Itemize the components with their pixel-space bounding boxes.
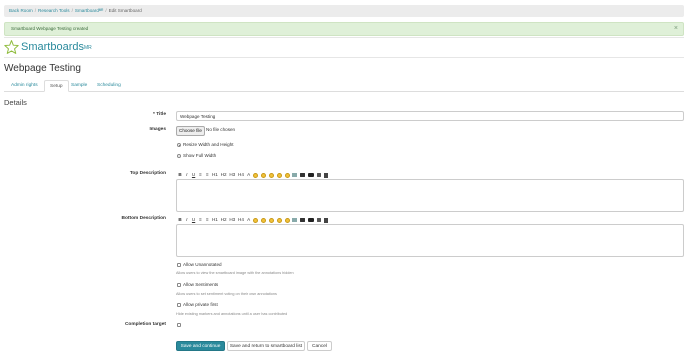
file-status: No file chosen xyxy=(206,127,236,132)
italic-button[interactable]: I xyxy=(185,172,189,178)
emoji-icon[interactable] xyxy=(261,172,267,178)
top-description-editor[interactable] xyxy=(176,179,684,212)
document-icon[interactable] xyxy=(323,217,328,223)
unordered-list-button[interactable]: ≡ xyxy=(205,172,209,178)
star-outline-icon xyxy=(4,40,19,54)
h4-button[interactable]: H4 xyxy=(238,172,244,178)
completion-target-label: Completion target xyxy=(124,322,166,327)
bottom-description-toolbar: B I U ≡ ≡ H1 H2 H3 H4 A xyxy=(178,216,328,224)
h2-button[interactable]: H2 xyxy=(221,172,227,178)
title-input[interactable]: Webpage Testing xyxy=(176,111,684,121)
h3-button[interactable]: H3 xyxy=(229,172,235,178)
emoji-icon[interactable] xyxy=(269,217,275,223)
bottom-description-editor[interactable] xyxy=(176,224,684,257)
allow-sentiments-checkbox[interactable] xyxy=(177,283,181,287)
cancel-button[interactable]: Cancel xyxy=(307,341,332,351)
underline-button[interactable]: U xyxy=(192,217,196,223)
breadcrumb-research-tools[interactable]: Research Tools xyxy=(38,8,70,13)
tab-scheduling[interactable]: Scheduling xyxy=(92,80,126,92)
youtube-icon[interactable] xyxy=(308,173,315,177)
alert-message: Smartboard Webpage Testing created xyxy=(11,26,89,31)
save-and-return-button[interactable]: Save and return to smartboard list xyxy=(227,341,305,351)
tab-sample[interactable]: Sample xyxy=(66,80,92,92)
title-label: * Title xyxy=(153,112,166,117)
underline-button[interactable]: U xyxy=(192,172,196,178)
bottom-description-label: Bottom Description xyxy=(121,216,166,221)
tab-admin-rights[interactable]: Admin rights xyxy=(6,80,43,92)
youtube-icon[interactable] xyxy=(308,218,315,222)
close-icon[interactable]: × xyxy=(674,23,678,35)
h3-button[interactable]: H3 xyxy=(229,217,235,223)
logo-superscript: MR xyxy=(83,45,92,51)
image-icon[interactable] xyxy=(292,218,298,222)
image-icon[interactable] xyxy=(292,173,298,177)
emoji-icon[interactable] xyxy=(284,217,290,223)
radio-resize-label: Resize Width and Height xyxy=(183,142,234,147)
emoji-icon[interactable] xyxy=(276,217,282,223)
allow-unannotated-checkbox[interactable] xyxy=(177,263,181,267)
tab-setup[interactable]: Setup xyxy=(44,80,69,92)
link-icon[interactable] xyxy=(316,218,321,222)
page-title: Webpage Testing xyxy=(4,63,81,74)
bold-button[interactable]: B xyxy=(178,172,182,178)
text-color-button[interactable]: A xyxy=(247,217,251,223)
divider xyxy=(4,57,684,58)
emoji-icon[interactable] xyxy=(269,172,275,178)
allow-unannotated-label: Allow Unannotated xyxy=(183,262,222,267)
radio-resize[interactable] xyxy=(177,143,181,147)
ordered-list-button[interactable]: ≡ xyxy=(198,217,202,223)
section-heading-details: Details xyxy=(4,98,27,107)
breadcrumb-separator: / xyxy=(105,8,107,13)
emoji-icon[interactable] xyxy=(253,217,259,223)
unordered-list-button[interactable]: ≡ xyxy=(205,217,209,223)
h4-button[interactable]: H4 xyxy=(238,217,244,223)
video-camera-icon[interactable] xyxy=(300,173,306,177)
breadcrumb: Back Room / Research Tools / Smartboardᴹᴿ / Ed… xyxy=(4,5,684,17)
bold-button[interactable]: B xyxy=(178,217,182,223)
logo-text: SmartboardsMR xyxy=(21,40,92,54)
breadcrumb-separator: / xyxy=(34,8,37,13)
breadcrumb-separator: / xyxy=(71,8,73,13)
allow-private-first-label: Allow private first xyxy=(183,302,218,307)
allow-unannotated-hint: Allow users to view the smartboard image… xyxy=(176,271,294,275)
success-alert: Smartboard Webpage Testing created × xyxy=(4,22,684,36)
radio-full-width[interactable] xyxy=(177,154,181,158)
ordered-list-button[interactable]: ≡ xyxy=(198,172,202,178)
text-color-button[interactable]: A xyxy=(247,172,251,178)
breadcrumb-current: Edit Smartboard xyxy=(108,8,142,13)
choose-file-button[interactable]: Choose file xyxy=(176,126,205,136)
allow-private-first-checkbox[interactable] xyxy=(177,303,181,307)
h1-button[interactable]: H1 xyxy=(212,172,218,178)
breadcrumb-smartboard[interactable]: Smartboardᴹᴿ xyxy=(75,8,103,13)
document-icon[interactable] xyxy=(323,172,328,178)
italic-button[interactable]: I xyxy=(185,217,189,223)
top-description-label: Top Description xyxy=(129,171,166,176)
allow-private-first-hint: Hide existing markers and annotations un… xyxy=(176,312,288,316)
top-description-toolbar: B I U ≡ ≡ H1 H2 H3 H4 A xyxy=(178,171,328,179)
images-label: Images xyxy=(149,127,166,132)
divider xyxy=(4,37,684,38)
radio-full-width-label: Show Full Width xyxy=(183,153,217,158)
breadcrumb-back-room[interactable]: Back Room xyxy=(9,8,33,13)
video-camera-icon[interactable] xyxy=(300,218,306,222)
emoji-icon[interactable] xyxy=(276,172,282,178)
allow-sentiments-hint: Allow users to set sentiment voting on t… xyxy=(176,292,277,296)
h1-button[interactable]: H1 xyxy=(212,217,218,223)
completion-target-checkbox[interactable] xyxy=(177,323,181,327)
link-icon[interactable] xyxy=(316,173,321,177)
allow-sentiments-label: Allow Sentiments xyxy=(183,282,219,287)
smartboards-logo: SmartboardsMR xyxy=(4,40,92,56)
h2-button[interactable]: H2 xyxy=(221,217,227,223)
tab-bar: Admin rights Setup Sample Scheduling xyxy=(4,80,684,92)
save-and-continue-button[interactable]: Save and continue xyxy=(176,341,225,351)
emoji-icon[interactable] xyxy=(261,217,267,223)
emoji-icon[interactable] xyxy=(284,172,290,178)
emoji-icon[interactable] xyxy=(253,172,259,178)
logo-name: Smartboards xyxy=(21,41,84,53)
